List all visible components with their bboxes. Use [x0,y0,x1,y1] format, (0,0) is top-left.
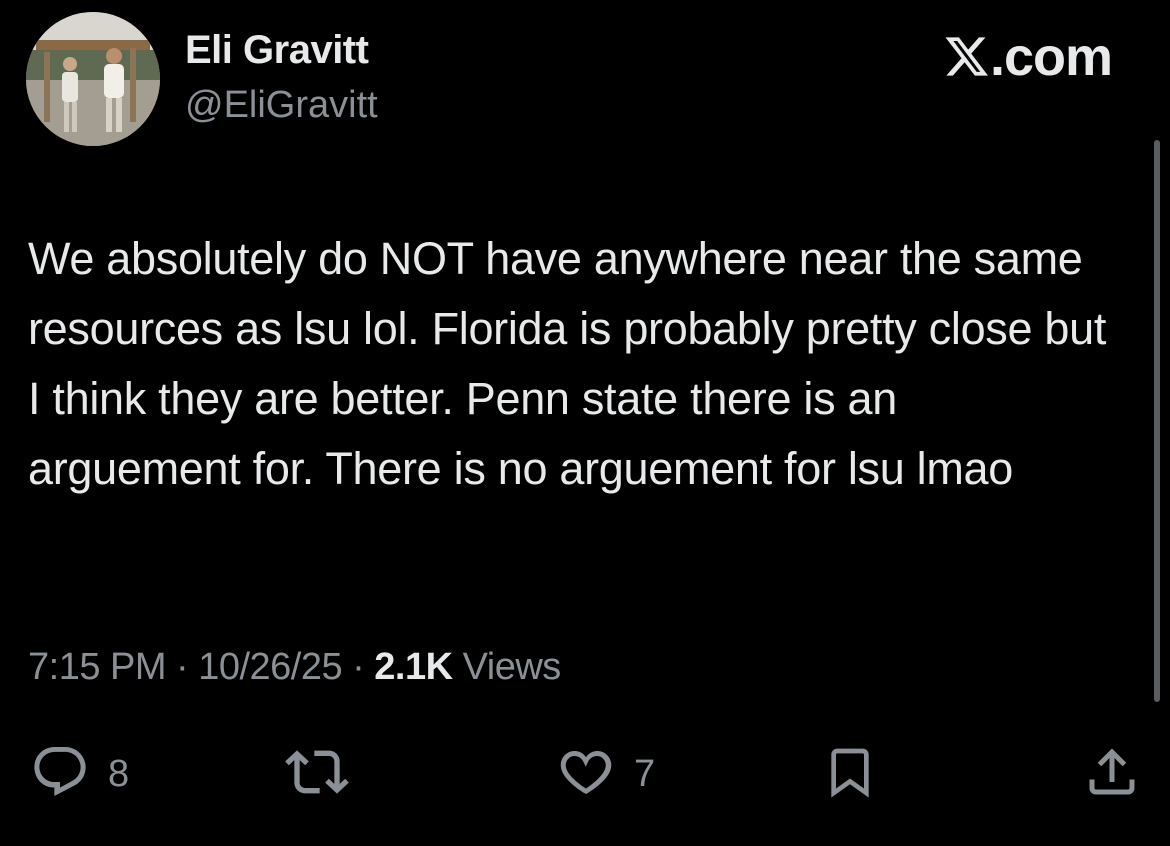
heart-icon [556,742,616,807]
x-logo-icon [944,30,990,92]
tweet-card: Eli Gravitt @EliGravitt .com We absolute… [0,0,1170,846]
repost-icon [285,740,349,809]
tweet-metadata: 7:15 PM · 10/26/25 · 2.1K Views [28,646,561,689]
site-brand: .com [944,26,1113,92]
separator-dot: · [176,646,189,688]
avatar[interactable] [26,12,160,146]
bookmark-icon [822,740,878,809]
separator-dot: · [352,646,365,688]
like-count: 7 [634,752,656,795]
like-button[interactable]: 7 [556,742,655,806]
views-count: 2.1K [374,646,453,688]
tweet-date[interactable]: 10/26/25 [198,646,342,688]
reply-icon [30,742,90,807]
avatar-photo [26,12,160,146]
tweet-time[interactable]: 7:15 PM [28,646,167,688]
author-display-name[interactable]: Eli Gravitt [185,28,369,73]
reply-count: 8 [108,752,130,795]
author-handle[interactable]: @EliGravitt [185,84,378,127]
repost-button[interactable] [285,742,367,806]
tweet-text: We absolutely do NOT have anywhere near … [28,233,1107,494]
share-icon [1082,742,1142,807]
scrollbar[interactable] [1154,140,1160,702]
share-button[interactable] [1082,742,1142,806]
views-label: Views [462,646,562,688]
brand-domain: .com [989,27,1113,87]
reply-button[interactable]: 8 [30,742,129,806]
bookmark-button[interactable] [822,742,878,806]
